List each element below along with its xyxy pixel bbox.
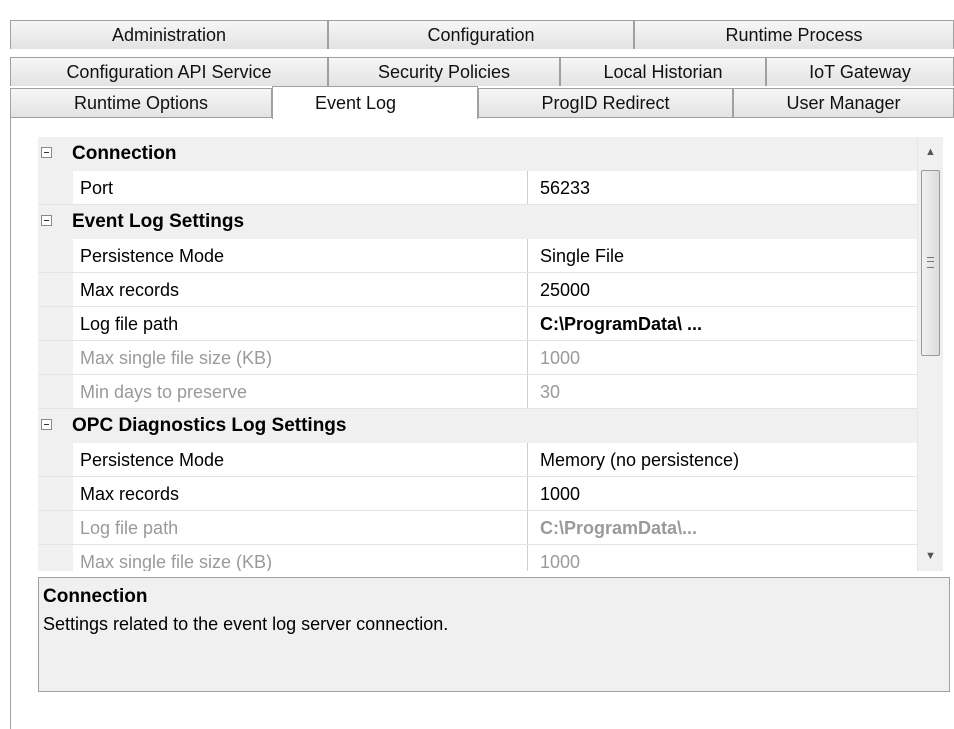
tab-user-manager[interactable]: User Manager bbox=[733, 88, 954, 117]
property-value[interactable]: 1000 bbox=[528, 477, 943, 510]
property-name: Max records bbox=[73, 273, 528, 306]
property-row-log-file-path[interactable]: Log file path C:\ProgramData\ ... bbox=[38, 307, 943, 341]
property-row-max-records[interactable]: Max records 25000 bbox=[38, 273, 943, 307]
property-value[interactable]: 25000 bbox=[528, 273, 943, 306]
tab-row-1: Administration Configuration Runtime Pro… bbox=[10, 20, 954, 49]
tab-event-log[interactable]: Event Log bbox=[272, 86, 478, 119]
tab-row-3: Runtime Options Event Log ProgID Redirec… bbox=[10, 86, 954, 119]
category-connection[interactable]: Connection bbox=[38, 137, 943, 171]
arrow-up-icon[interactable]: ▲ bbox=[918, 137, 943, 167]
property-row-port[interactable]: Port 56233 bbox=[38, 171, 943, 205]
property-name: Persistence Mode bbox=[73, 443, 528, 476]
tab-security-policies[interactable]: Security Policies bbox=[328, 57, 560, 86]
vertical-scrollbar[interactable]: ▲ ▼ bbox=[917, 137, 943, 571]
tab-administration[interactable]: Administration bbox=[10, 20, 328, 49]
collapse-toggle-icon[interactable] bbox=[41, 147, 52, 158]
arrow-down-icon[interactable]: ▼ bbox=[918, 541, 943, 571]
property-row-max-records[interactable]: Max records 1000 bbox=[38, 477, 943, 511]
tab-progid-redirect[interactable]: ProgID Redirect bbox=[478, 88, 733, 117]
tab-local-historian[interactable]: Local Historian bbox=[560, 57, 766, 86]
help-pane: Connection Settings related to the event… bbox=[38, 577, 950, 692]
property-value[interactable]: Memory (no persistence) bbox=[528, 443, 943, 476]
collapse-toggle-icon[interactable] bbox=[41, 215, 52, 226]
property-row-persistence-mode[interactable]: Persistence Mode Memory (no persistence) bbox=[38, 443, 943, 477]
property-value: C:\ProgramData\... bbox=[540, 518, 698, 538]
category-label: OPC Diagnostics Log Settings bbox=[72, 415, 347, 436]
category-label: Event Log Settings bbox=[72, 211, 245, 232]
tab-runtime-process[interactable]: Runtime Process bbox=[634, 20, 954, 49]
property-row-log-file-path[interactable]: Log file path C:\ProgramData\... bbox=[38, 511, 943, 545]
category-label: Connection bbox=[72, 143, 177, 164]
collapse-toggle-icon[interactable] bbox=[41, 419, 52, 430]
panel-border bbox=[10, 118, 11, 729]
property-name: Log file path bbox=[73, 511, 528, 544]
property-row-max-single-file-size[interactable]: Max single file size (KB) 1000 bbox=[38, 341, 943, 375]
tab-configuration[interactable]: Configuration bbox=[328, 20, 634, 49]
tab-baseline bbox=[10, 117, 954, 118]
grip-icon bbox=[927, 257, 934, 268]
help-description: Settings related to the event log server… bbox=[43, 614, 449, 634]
property-grid: Connection Port 56233 Event Log Settings… bbox=[38, 137, 943, 571]
category-opc-diagnostics-log-settings[interactable]: OPC Diagnostics Log Settings bbox=[38, 409, 943, 443]
property-value: 30 bbox=[540, 382, 561, 402]
property-value: 1000 bbox=[540, 348, 581, 368]
tab-runtime-options[interactable]: Runtime Options bbox=[10, 88, 272, 117]
property-row-persistence-mode[interactable]: Persistence Mode Single File bbox=[38, 239, 943, 273]
property-name: Min days to preserve bbox=[73, 375, 528, 408]
help-title: Connection bbox=[43, 586, 148, 607]
tab-configuration-api-service[interactable]: Configuration API Service bbox=[10, 57, 328, 86]
category-event-log-settings[interactable]: Event Log Settings bbox=[38, 205, 943, 239]
property-name: Max single file size (KB) bbox=[73, 341, 528, 374]
property-name: Log file path bbox=[73, 307, 528, 340]
property-name: Max records bbox=[73, 477, 528, 510]
property-value[interactable]: C:\ProgramData\ ... bbox=[528, 307, 943, 340]
property-value[interactable]: Single File bbox=[528, 239, 943, 272]
property-value[interactable]: 56233 bbox=[528, 171, 943, 204]
scrollbar-thumb[interactable] bbox=[921, 170, 940, 356]
property-name: Port bbox=[73, 171, 528, 204]
property-value: 1000 bbox=[540, 552, 581, 571]
property-name: Max single file size (KB) bbox=[73, 545, 528, 571]
property-row-min-days-to-preserve[interactable]: Min days to preserve 30 bbox=[38, 375, 943, 409]
property-name: Persistence Mode bbox=[73, 239, 528, 272]
property-row-max-single-file-size[interactable]: Max single file size (KB) 1000 bbox=[38, 545, 943, 571]
tab-row-2: Configuration API Service Security Polic… bbox=[10, 57, 954, 86]
tab-iot-gateway[interactable]: IoT Gateway bbox=[766, 57, 954, 86]
